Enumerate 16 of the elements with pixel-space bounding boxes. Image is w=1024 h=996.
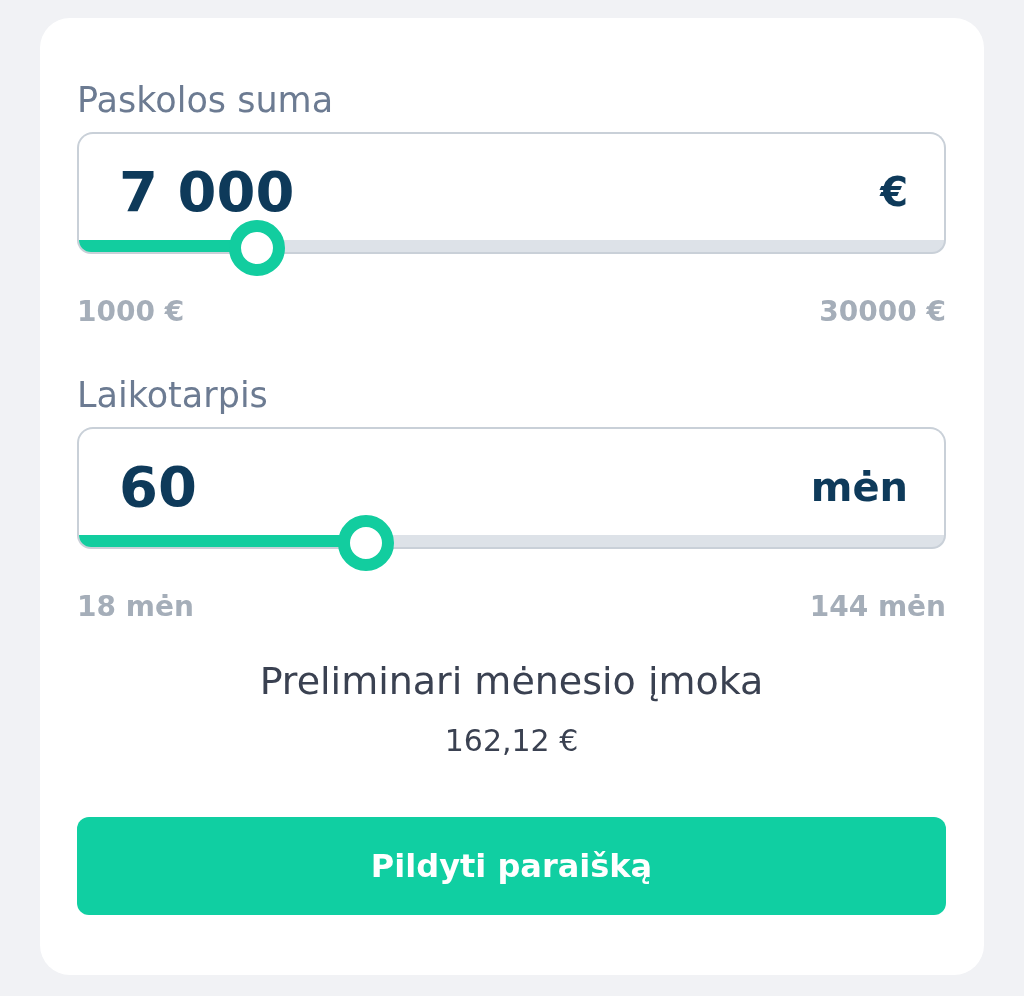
- range-max-label: 144 mėn: [809, 591, 946, 623]
- input-field[interactable]: 60 mėn: [77, 427, 946, 535]
- field-label: Laikotarpis: [77, 374, 268, 416]
- input-value: 60: [119, 454, 197, 520]
- range-min-label: 18 mėn: [77, 591, 194, 623]
- input-field[interactable]: 7 000 €: [77, 132, 946, 240]
- payment-amount: 162,12 €: [444, 723, 579, 759]
- unit-label: mėn: [810, 463, 908, 511]
- payment-title: Preliminari mėnesio įmoka: [259, 659, 764, 703]
- range-min-label: 1000 €: [77, 296, 185, 328]
- unit-label: €: [880, 168, 908, 216]
- field-label: Paskolos suma: [77, 79, 334, 121]
- slider-track[interactable]: [77, 535, 946, 549]
- slider-track[interactable]: [77, 240, 946, 254]
- input-value: 7 000: [119, 159, 295, 225]
- range-max-label: 30000 €: [819, 296, 946, 328]
